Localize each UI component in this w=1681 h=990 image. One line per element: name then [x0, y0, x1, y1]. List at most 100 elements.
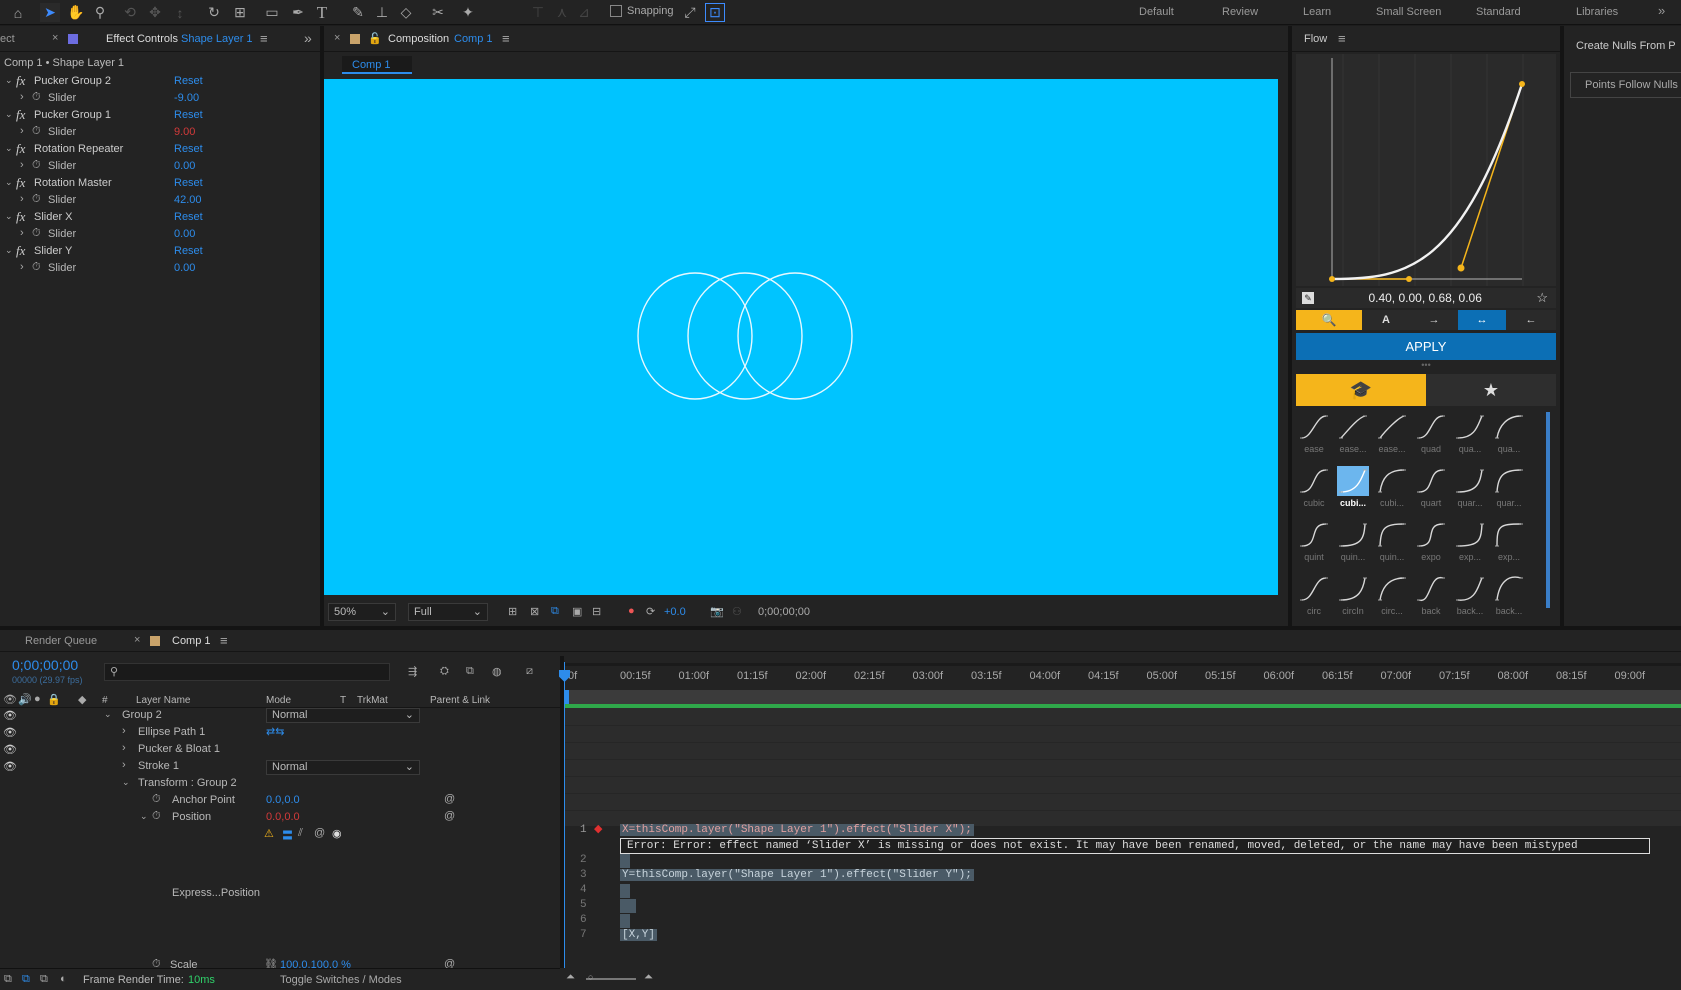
ease-preset[interactable]: quin... [1335, 518, 1371, 568]
resolution-dropdown[interactable]: Full ⌄ [408, 603, 488, 621]
ease-preset[interactable]: exp... [1452, 518, 1488, 568]
pan-behind-icon[interactable]: ⊞ [230, 3, 250, 22]
bezier-values[interactable]: 0.40, 0.00, 0.68, 0.06 [1314, 291, 1536, 305]
ease-preset[interactable]: quar... [1452, 464, 1488, 514]
snapping-checkbox[interactable] [610, 5, 622, 17]
panel-menu-icon[interactable]: ≡ [1338, 31, 1346, 46]
selection-tool-icon[interactable]: ➤ [40, 3, 60, 22]
brush-tool-icon[interactable]: ✎ [348, 3, 368, 22]
fx-icon[interactable]: fx [16, 107, 25, 123]
rectangle-tool-icon[interactable]: ▭ [262, 3, 282, 22]
chevron-right-icon[interactable]: › [122, 725, 126, 737]
workspace-libraries[interactable]: Libraries [1576, 6, 1618, 18]
chevron-right-icon[interactable]: › [20, 193, 24, 205]
chevron-down-icon[interactable]: ⌄ [5, 211, 13, 222]
close-icon[interactable]: × [52, 32, 58, 44]
text-mode-icon[interactable]: A [1362, 310, 1410, 330]
lock-icon[interactable]: 🔓 [368, 32, 382, 45]
ease-preset[interactable]: quin... [1374, 518, 1410, 568]
bezier-graph[interactable] [1296, 54, 1556, 286]
work-area-bar[interactable] [564, 663, 1681, 666]
chevron-down-icon[interactable]: ⌄ [5, 109, 13, 120]
composition-tab-comp[interactable]: Comp 1 [454, 33, 493, 45]
property-row-anchor[interactable]: ⏱ Anchor Point 0.0,0.0 @ [0, 793, 560, 810]
snapping-toggle[interactable]: Snapping [610, 5, 674, 17]
toggle-expand-icon[interactable]: ⧉ [4, 973, 12, 986]
ease-preset[interactable]: qua... [1491, 410, 1527, 460]
snap-feature-icon[interactable]: ⊡ [705, 3, 725, 22]
ease-preset[interactable]: cubi... [1374, 464, 1410, 514]
expand-panels-icon[interactable]: » [304, 30, 312, 46]
effect-reset-button[interactable]: Reset [174, 177, 203, 189]
fast-previews-icon[interactable]: ⊞ [508, 605, 517, 618]
eye-icon[interactable]: 👁 [3, 709, 17, 722]
stopwatch-icon[interactable]: ⏱ [32, 125, 41, 138]
comp-mini-flowchart-icon[interactable]: ⇶ [408, 665, 417, 678]
param-value[interactable]: 0.00 [174, 262, 195, 274]
orbit-camera-icon[interactable]: ⟲ [120, 3, 140, 22]
frame-blending-icon[interactable]: ◍ [492, 665, 502, 678]
panel-menu-icon[interactable]: ≡ [260, 31, 268, 46]
composition-viewer[interactable] [324, 79, 1278, 595]
layer-row-transform[interactable]: ⌄ Transform : Group 2 [0, 776, 560, 793]
toggle-timing-icon[interactable]: ⧉ [40, 973, 48, 986]
effect-param-row[interactable]: › ⏱ Slider 0.00 [0, 261, 300, 278]
stopwatch-icon[interactable]: ⏱ [32, 261, 41, 274]
stopwatch-icon[interactable]: ⏱ [32, 227, 41, 240]
bezier-handle-point-1[interactable] [1406, 276, 1412, 282]
composition-tab[interactable]: Composition [388, 33, 449, 45]
zoom-out-icon[interactable]: ⏶ [566, 971, 575, 984]
color-channel-icon[interactable]: ● [628, 605, 635, 617]
chevron-right-icon[interactable]: › [20, 125, 24, 137]
chevron-right-icon[interactable]: › [20, 261, 24, 273]
layer-row-ellipse[interactable]: 👁 › Ellipse Path 1 ⇄⇆ [0, 725, 560, 742]
chevron-down-icon[interactable]: ⌄ [140, 811, 148, 822]
anchor-value[interactable]: 0.0,0.0 [266, 794, 300, 806]
chevron-down-icon[interactable]: ⌄ [104, 709, 112, 720]
param-value[interactable]: 9.00 [174, 126, 195, 138]
favorite-star-icon[interactable]: ☆ [1536, 290, 1548, 306]
ease-preset[interactable]: circIn [1335, 572, 1371, 622]
effect-row[interactable]: ⌄ fx Slider X Reset [0, 209, 300, 227]
show-snapshot-icon[interactable]: ⚇ [732, 605, 742, 618]
fx-icon[interactable]: fx [16, 175, 25, 191]
workspace-review[interactable]: Review [1222, 6, 1258, 18]
chevron-right-icon[interactable]: › [122, 759, 126, 771]
zoom-slider-thumb[interactable]: ○ [588, 972, 593, 982]
ease-preset[interactable]: back... [1491, 572, 1527, 622]
zoom-tool-icon[interactable]: ⚲ [90, 3, 110, 22]
tab-education-presets[interactable]: 🎓 [1296, 374, 1426, 406]
workspace-default[interactable]: Default [1139, 6, 1174, 18]
code-line-1[interactable]: X=thisComp.layer("Shape Layer 1").effect… [620, 824, 974, 836]
ease-preset[interactable]: quad [1413, 410, 1449, 460]
effect-reset-button[interactable]: Reset [174, 211, 203, 223]
layer-row-pucker[interactable]: 👁 › Pucker & Bloat 1 [0, 742, 560, 759]
eye-icon[interactable]: 👁 [3, 726, 17, 739]
warning-icon[interactable]: ⚠ [264, 827, 274, 840]
reset-exposure-icon[interactable]: ⟳ [646, 605, 655, 618]
track-area[interactable] [564, 708, 1681, 826]
ease-in-arrow-icon[interactable]: ← [1506, 310, 1556, 330]
code-line-7[interactable]: [X,Y] [620, 929, 658, 941]
panel-menu-icon[interactable]: ≡ [220, 633, 228, 648]
pan-camera-icon[interactable]: ✥ [145, 3, 165, 22]
ease-preset[interactable]: ease [1296, 410, 1332, 460]
transparency-grid-icon[interactable]: ⊠ [530, 605, 539, 618]
ease-preset[interactable]: quar... [1491, 464, 1527, 514]
fx-icon[interactable]: fx [16, 209, 25, 225]
pen-tool-icon[interactable]: ✒ [288, 3, 308, 22]
puppet-tool-icon[interactable]: ✦ [458, 3, 478, 22]
timeline-comp-tab[interactable]: Comp 1 [172, 635, 211, 647]
stopwatch-icon[interactable]: ⏱ [32, 91, 41, 104]
snapshot-icon[interactable]: 📷 [710, 605, 724, 618]
column-layer-name[interactable]: Layer Name [136, 695, 190, 706]
layer-row-group2[interactable]: 👁 ⌄ Group 2 Normal ⌄ [0, 708, 560, 725]
bezier-handle-point-2[interactable] [1457, 264, 1465, 272]
keyframe-mode-icon[interactable]: 🔍 [1296, 310, 1362, 330]
panel-menu-icon[interactable]: ≡ [502, 31, 510, 46]
path-direction-icon[interactable]: ⇄⇆ [266, 725, 284, 738]
eye-icon[interactable]: 👁 [3, 760, 17, 773]
close-icon[interactable]: × [134, 634, 140, 646]
dolly-camera-icon[interactable]: ↕ [170, 3, 190, 22]
clone-stamp-icon[interactable]: ⊥ [372, 3, 392, 22]
